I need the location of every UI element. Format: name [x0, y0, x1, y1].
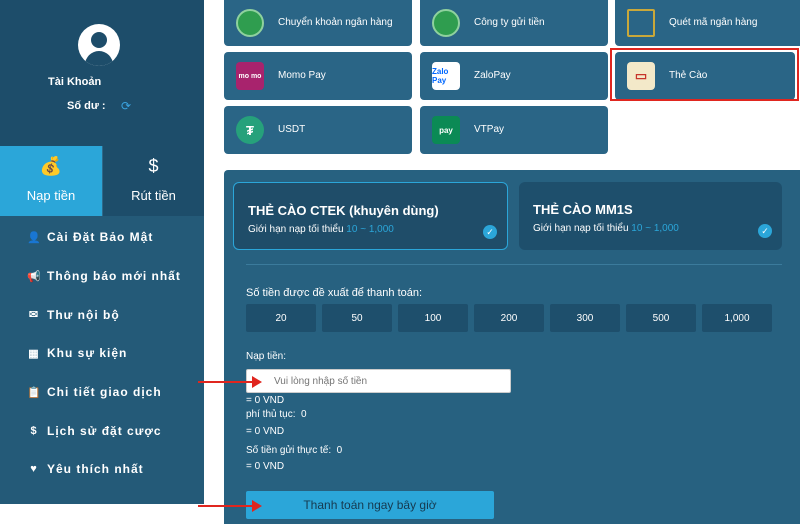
card-limit-label: Giới hạn nạp tối thiểu: [248, 224, 344, 235]
amount-option[interactable]: 300: [550, 304, 620, 332]
card-limit-range: 10 ~ 1,000: [346, 224, 394, 235]
pay-now-button[interactable]: Thanh toán ngay bây giờ: [246, 491, 494, 519]
avatar-body: [85, 51, 113, 66]
calendar-icon: ▦: [28, 347, 40, 360]
card-limit: Giới hạn nạp tối thiểu 10 ~ 1,000: [248, 224, 394, 235]
amount-option[interactable]: 200: [474, 304, 544, 332]
sidebar-item-bet-history[interactable]: $ Lịch sử đặt cược: [0, 411, 204, 450]
method-label: Quét mã ngân hàng: [669, 17, 758, 28]
clipboard-icon: 📋: [27, 386, 42, 399]
actual-label: Số tiền gửi thực tế:: [246, 445, 332, 456]
deposit-amount-input[interactable]: [246, 369, 511, 393]
fee-row: phí thủ tục: 0: [246, 409, 307, 420]
divider: [246, 264, 782, 265]
sidebar-item-label: Thông báo mới nhất: [47, 269, 181, 284]
withdraw-icon: $: [148, 156, 159, 176]
avatar[interactable]: [78, 24, 120, 66]
actual-converted: = 0 VND: [246, 461, 285, 472]
method-vtpay[interactable]: pay VTPay: [420, 106, 608, 154]
method-deposit-company[interactable]: Công ty gửi tiền: [420, 0, 608, 46]
sidebar-menu: 👤 Cài Đặt Bảo Mật 📢 Thông báo mới nhất ✉ Th…: [0, 218, 204, 489]
sidebar-item-notifications[interactable]: 📢 Thông báo mới nhất: [0, 257, 204, 296]
card-limit: Giới hạn nạp tối thiểu 10 ~ 1,000: [533, 223, 679, 234]
deposit-converted: = 0 VND: [246, 395, 285, 406]
deposit-withdraw-tabs: 💰 Nạp tiền $ Rút tiền: [0, 146, 204, 216]
sidebar-item-label: Chi tiết giao dịch: [47, 385, 162, 400]
method-label: USDT: [278, 124, 306, 135]
account-label: Tài Khoản: [48, 76, 102, 88]
method-bank-qr[interactable]: Quét mã ngân hàng: [615, 0, 800, 46]
tab-withdraw-label: Rút tiền: [131, 188, 176, 203]
deposit-label: Nạp tiền:: [246, 351, 287, 362]
card-title: THẺ CÀO CTEK (khuyên dùng): [248, 203, 439, 218]
fee-label: phí thủ tục:: [246, 409, 296, 420]
sidebar-item-transactions[interactable]: 📋 Chi tiết giao dịch: [0, 373, 204, 412]
tab-deposit[interactable]: 💰 Nạp tiền: [0, 146, 102, 216]
card-title: THẺ CÀO MM1S: [533, 202, 633, 217]
method-label: Công ty gửi tiền: [474, 17, 545, 28]
card-limit-label: Giới hạn nạp tối thiểu: [533, 223, 629, 234]
check-icon: ✓: [483, 225, 497, 239]
dollar-icon: $: [30, 424, 38, 437]
method-label: ZaloPay: [474, 70, 511, 81]
sidebar-item-label: Cài Đặt Bảo Mật: [47, 230, 154, 245]
method-label: VTPay: [474, 124, 505, 135]
vtpay-icon: pay: [432, 116, 460, 144]
deposit-panel: THẺ CÀO CTEK (khuyên dùng) Giới hạn nạp …: [224, 170, 800, 524]
card-option-ctek[interactable]: THẺ CÀO CTEK (khuyên dùng) Giới hạn nạp …: [233, 182, 508, 250]
momo-icon: mo mo: [236, 62, 264, 90]
amount-option[interactable]: 20: [246, 304, 316, 332]
actual-value: 0: [336, 445, 343, 456]
method-label: Chuyển khoản ngân hàng: [278, 17, 393, 28]
sidebar-item-label: Yêu thích nhất: [47, 462, 144, 477]
selection-highlight: [610, 48, 799, 101]
method-label: Momo Pay: [278, 70, 326, 81]
card-option-mm1s[interactable]: THẺ CÀO MM1S Giới hạn nạp tối thiểu 10 ~…: [519, 182, 782, 250]
sidebar-item-label: Thư nội bộ: [47, 307, 120, 322]
annotation-arrow: [198, 376, 262, 388]
fee-converted: = 0 VND: [246, 426, 285, 437]
qr-code-icon: [627, 9, 655, 37]
method-usdt[interactable]: ₮ USDT: [224, 106, 412, 154]
amount-option[interactable]: 500: [626, 304, 696, 332]
suggested-amount-label: Số tiền được đề xuất để thanh toán:: [246, 287, 423, 299]
annotation-arrow: [198, 500, 262, 512]
zalopay-icon: Zalo Pay: [432, 62, 460, 90]
amount-option[interactable]: 50: [322, 304, 392, 332]
tether-icon: ₮: [236, 116, 264, 144]
check-icon: ✓: [758, 224, 772, 238]
user-icon: 👤: [27, 231, 42, 244]
avatar-head: [91, 32, 107, 48]
method-bank-transfer[interactable]: Chuyển khoản ngân hàng: [224, 0, 412, 46]
fee-value: 0: [301, 409, 307, 420]
method-momo[interactable]: mo mo Momo Pay: [224, 52, 412, 100]
sidebar-item-events[interactable]: ▦ Khu sự kiện: [0, 334, 204, 373]
deposit-icon: 💰: [39, 156, 63, 176]
balance-label: Số dư :: [67, 100, 106, 112]
sidebar-item-security[interactable]: 👤 Cài Đặt Bảo Mật: [0, 218, 204, 257]
method-zalopay[interactable]: Zalo Pay ZaloPay: [420, 52, 608, 100]
megaphone-icon: 📢: [27, 270, 42, 283]
sidebar: Tài Khoản Số dư : ⟳ 💰 Nạp tiền $ Rút tiề…: [0, 0, 204, 504]
amount-option[interactable]: 1,000: [702, 304, 772, 332]
globe-icon: [236, 9, 264, 37]
sidebar-item-inbox[interactable]: ✉ Thư nội bộ: [0, 295, 204, 334]
sidebar-item-favorites[interactable]: ♥ Yêu thích nhất: [0, 450, 204, 489]
card-limit-range: 10 ~ 1,000: [631, 223, 679, 234]
heart-icon: ♥: [30, 463, 38, 476]
sidebar-item-label: Lịch sử đặt cược: [47, 423, 162, 438]
tab-withdraw[interactable]: $ Rút tiền: [102, 146, 204, 216]
mail-icon: ✉: [28, 309, 40, 322]
amount-options: 20 50 100 200 300 500 1,000: [246, 304, 772, 332]
globe-icon: [432, 9, 460, 37]
actual-row: Số tiền gửi thực tế: 0: [246, 445, 342, 456]
tab-deposit-label: Nạp tiền: [26, 188, 76, 203]
refresh-icon[interactable]: ⟳: [121, 99, 131, 113]
profile-section: Tài Khoản Số dư : ⟳: [0, 0, 204, 146]
sidebar-item-label: Khu sự kiện: [47, 346, 128, 361]
amount-option[interactable]: 100: [398, 304, 468, 332]
